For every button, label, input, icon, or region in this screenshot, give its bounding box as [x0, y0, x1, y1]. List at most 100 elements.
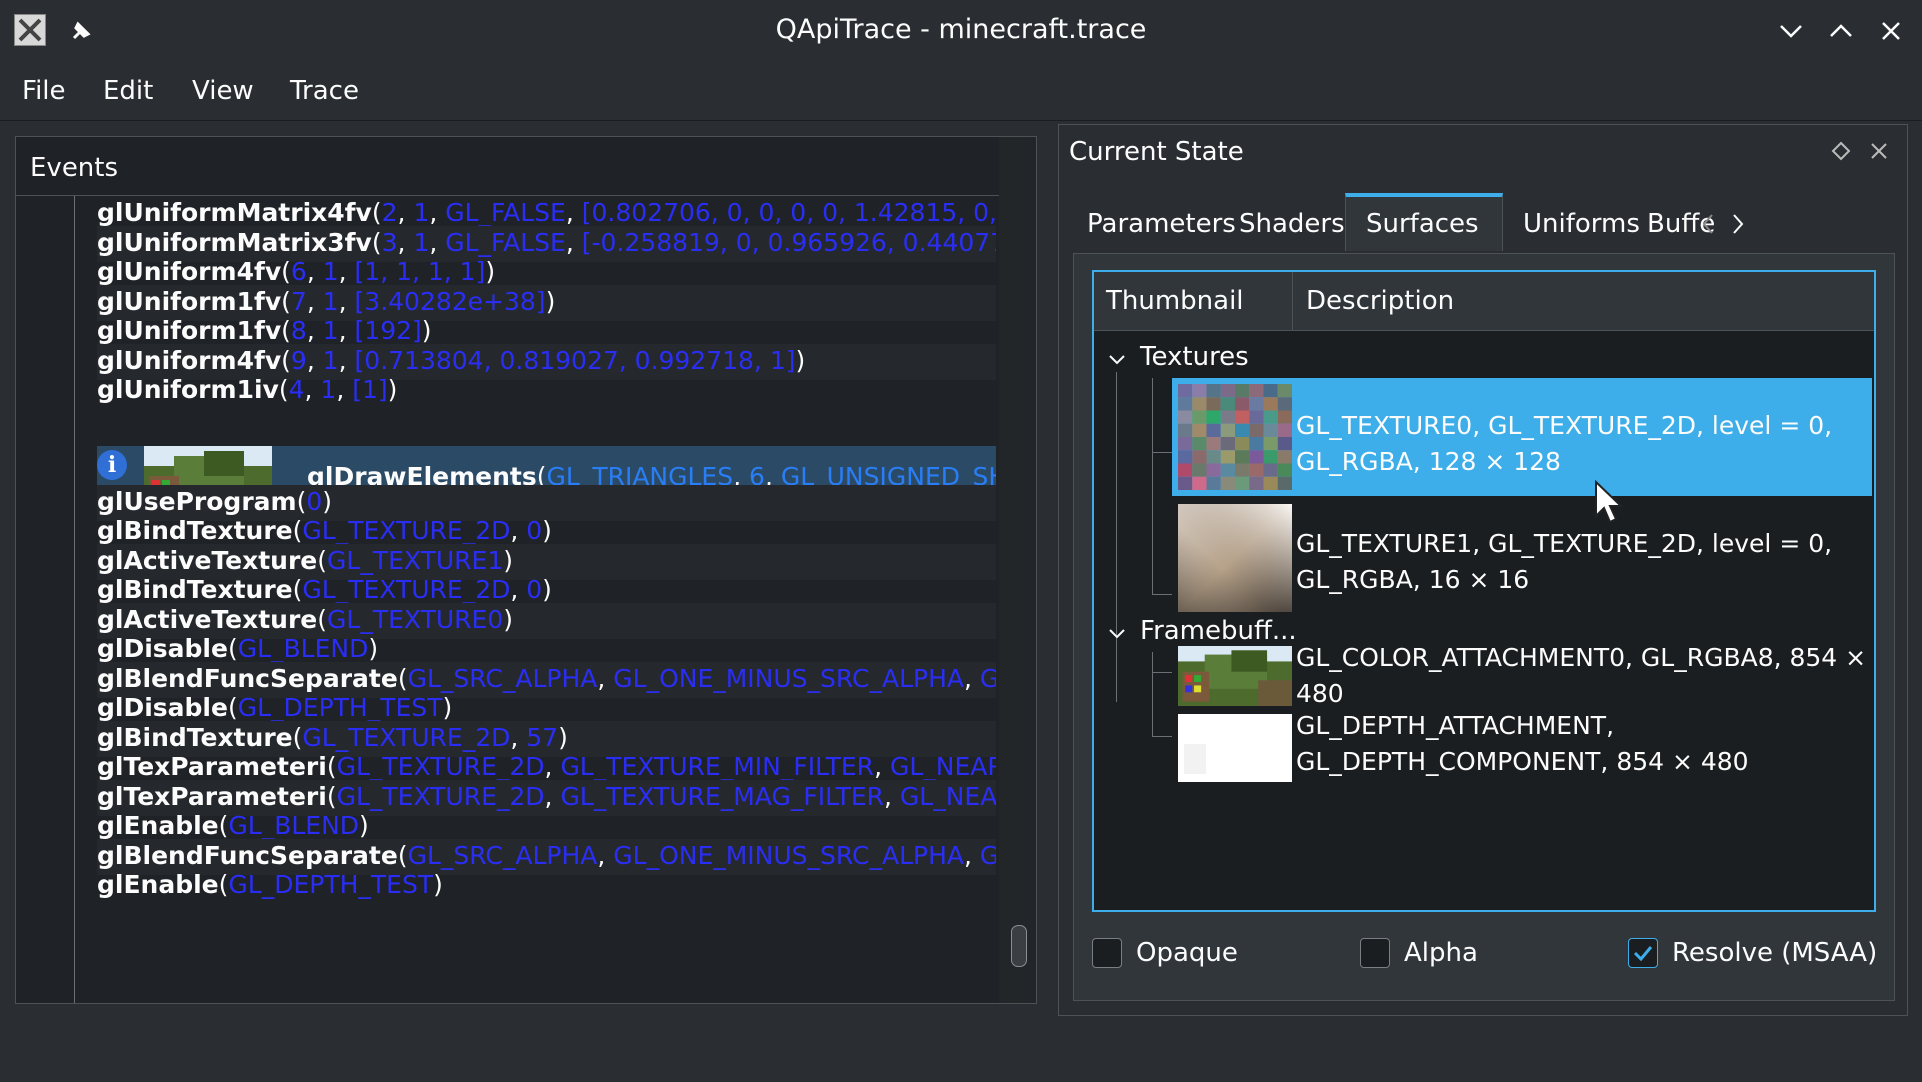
paren: ( — [326, 781, 337, 811]
event-row[interactable]: glUniform1iv(4, 1, [1]) — [97, 373, 996, 409]
event-argument: GL_O — [980, 664, 996, 693]
alpha-checkbox[interactable] — [1360, 938, 1390, 968]
tab-scroll-left-icon[interactable] — [1697, 211, 1719, 237]
event-function: glTexParameteri — [97, 752, 327, 781]
surface-description: GL_TEXTURE1, GL_TEXTURE_2D, level = 0, G… — [1296, 529, 1833, 594]
event-argument: 1 — [320, 375, 337, 404]
event-argument: GL_TEXTURE1 — [327, 545, 504, 575]
menu-trace[interactable]: Trace — [290, 76, 359, 106]
event-list[interactable]: i glDrawElements(GL_TRIANGLES, 6, GL_UNS… — [16, 196, 996, 1003]
paren: ) — [545, 286, 556, 316]
event-row[interactable]: glEnable(GL_DEPTH_TEST) — [97, 868, 996, 904]
event-argument: [-0.258819, 0, 0.965926, 0.440771, 0.8 — [581, 227, 996, 257]
event-function: glTexParameteri — [97, 781, 327, 811]
event-function: glUniform1iv — [97, 375, 279, 404]
event-function: glUniform4fv — [97, 257, 282, 286]
event-argument: [1] — [352, 375, 388, 404]
comma: , — [306, 345, 323, 375]
comma: , — [338, 345, 355, 375]
tab-shaders[interactable]: Shaders — [1225, 193, 1345, 251]
comma: , — [397, 198, 414, 227]
events-title: Events — [30, 153, 119, 183]
tab-uniforms[interactable]: Uniforms — [1503, 193, 1640, 251]
surface-options: Opaque Alpha Resolve (MSAA) — [1074, 930, 1896, 980]
surface-row[interactable]: GL_COLOR_ATTACHMENT0, GL_RGBA8, 854 × 48… — [1172, 640, 1872, 710]
paren: ( — [317, 604, 328, 634]
alpha-label[interactable]: Alpha — [1404, 938, 1478, 968]
event-argument: [192] — [354, 316, 422, 345]
texture-thumbnail — [1178, 504, 1292, 612]
event-argument: 1 — [322, 257, 339, 286]
group-textures[interactable]: Textures — [1094, 342, 1874, 378]
column-thumbnail[interactable]: Thumbnail — [1106, 286, 1244, 316]
float-dock-icon[interactable] — [1829, 139, 1853, 163]
close-icon[interactable] — [1876, 16, 1906, 46]
minimize-icon[interactable] — [1776, 16, 1806, 46]
event-function: glActiveTexture — [97, 545, 318, 575]
menu-view[interactable]: View — [192, 76, 254, 106]
scrollbar-handle[interactable] — [1011, 925, 1027, 967]
menu-edit[interactable]: Edit — [103, 76, 153, 106]
surface-row[interactable]: GL_TEXTURE1, GL_TEXTURE_2D, level = 0, G… — [1172, 498, 1872, 618]
resolve-msaa-label[interactable]: Resolve (MSAA) — [1672, 938, 1877, 968]
paren: ) — [433, 870, 443, 899]
event-argument: 1 — [322, 316, 339, 345]
comma: , — [597, 840, 614, 870]
tab-surfaces[interactable]: Surfaces — [1345, 193, 1503, 251]
comma: , — [304, 375, 321, 404]
tab-parameters[interactable]: Parameters — [1073, 193, 1236, 251]
framebuffer-thumbnail — [1178, 646, 1292, 706]
opaque-checkbox[interactable] — [1092, 938, 1122, 968]
events-scrollbar[interactable] — [999, 137, 1036, 1003]
paren: ( — [371, 198, 382, 227]
event-argument: 1 — [322, 286, 339, 316]
event-argument: GL_ONE_MINUS_SRC_ALPHA — [613, 840, 965, 870]
state-tabs: Parameters Shaders Surfaces Uniforms Buf… — [1073, 193, 1895, 253]
surfaces-tree[interactable]: Thumbnail Description Textures GL_TEXTUR… — [1092, 270, 1876, 912]
event-function: glUniformMatrix4fv — [97, 198, 372, 227]
comma: , — [306, 316, 323, 345]
events-panel: Events i glDrawElements(GL_TRIANGLES, 6,… — [15, 136, 1037, 1004]
menu-file[interactable]: File — [22, 76, 66, 106]
paren: ( — [296, 486, 307, 516]
surface-row[interactable]: GL_TEXTURE0, GL_TEXTURE_2D, level = 0, G… — [1172, 378, 1872, 496]
title-bar: QApiTrace - minecraft.trace — [0, 0, 1922, 62]
maximize-icon[interactable] — [1826, 16, 1856, 46]
event-argument: 7 — [290, 286, 307, 316]
tree-guide-line — [1116, 372, 1117, 702]
event-argument: [1, 1, 1, 1] — [354, 257, 486, 286]
event-function: glBlendFuncSeparate — [97, 663, 398, 693]
tree-branch — [1152, 672, 1172, 673]
event-function: glUniform1fv — [97, 316, 282, 345]
opaque-label[interactable]: Opaque — [1136, 938, 1238, 968]
column-description[interactable]: Description — [1306, 286, 1454, 316]
event-function: glUniformMatrix3fv — [97, 227, 372, 257]
paren: ) — [542, 575, 552, 604]
paren: ) — [322, 486, 333, 516]
event-argument: GL_TEXTURE_MIN_FILTER — [560, 752, 875, 781]
resolve-msaa-checkbox[interactable] — [1628, 938, 1658, 968]
event-argument: 0 — [526, 516, 543, 545]
surface-description: GL_TEXTURE0, GL_TEXTURE_2D, level = 0, G… — [1296, 411, 1833, 476]
chevron-down-icon[interactable] — [1106, 622, 1128, 644]
comma: , — [510, 575, 527, 604]
paren: ( — [397, 663, 408, 693]
paren: ( — [281, 345, 291, 375]
tab-scroll-right-icon[interactable] — [1727, 211, 1749, 237]
paren: ( — [292, 722, 303, 752]
paren: ) — [442, 693, 453, 722]
event-argument: [0.713804, 0.819027, 0.992718, 1] — [354, 345, 796, 375]
event-argument: GL_O — [980, 841, 996, 870]
tree-guide-line — [1152, 378, 1153, 594]
surface-row[interactable]: GL_DEPTH_ATTACHMENT, GL_DEPTH_COMPONENT,… — [1172, 708, 1872, 782]
chevron-down-icon[interactable] — [1106, 348, 1128, 370]
event-function: glUniform1fv — [97, 286, 282, 316]
paren: ( — [397, 840, 408, 870]
event-argument: GL_TEXTURE_2D — [302, 575, 511, 604]
comma: , — [884, 781, 900, 811]
paren: ( — [371, 227, 382, 257]
comma: , — [336, 375, 353, 404]
dock-close-icon[interactable] — [1867, 139, 1891, 163]
event-argument: 3 — [381, 227, 398, 257]
comma: , — [964, 663, 980, 693]
